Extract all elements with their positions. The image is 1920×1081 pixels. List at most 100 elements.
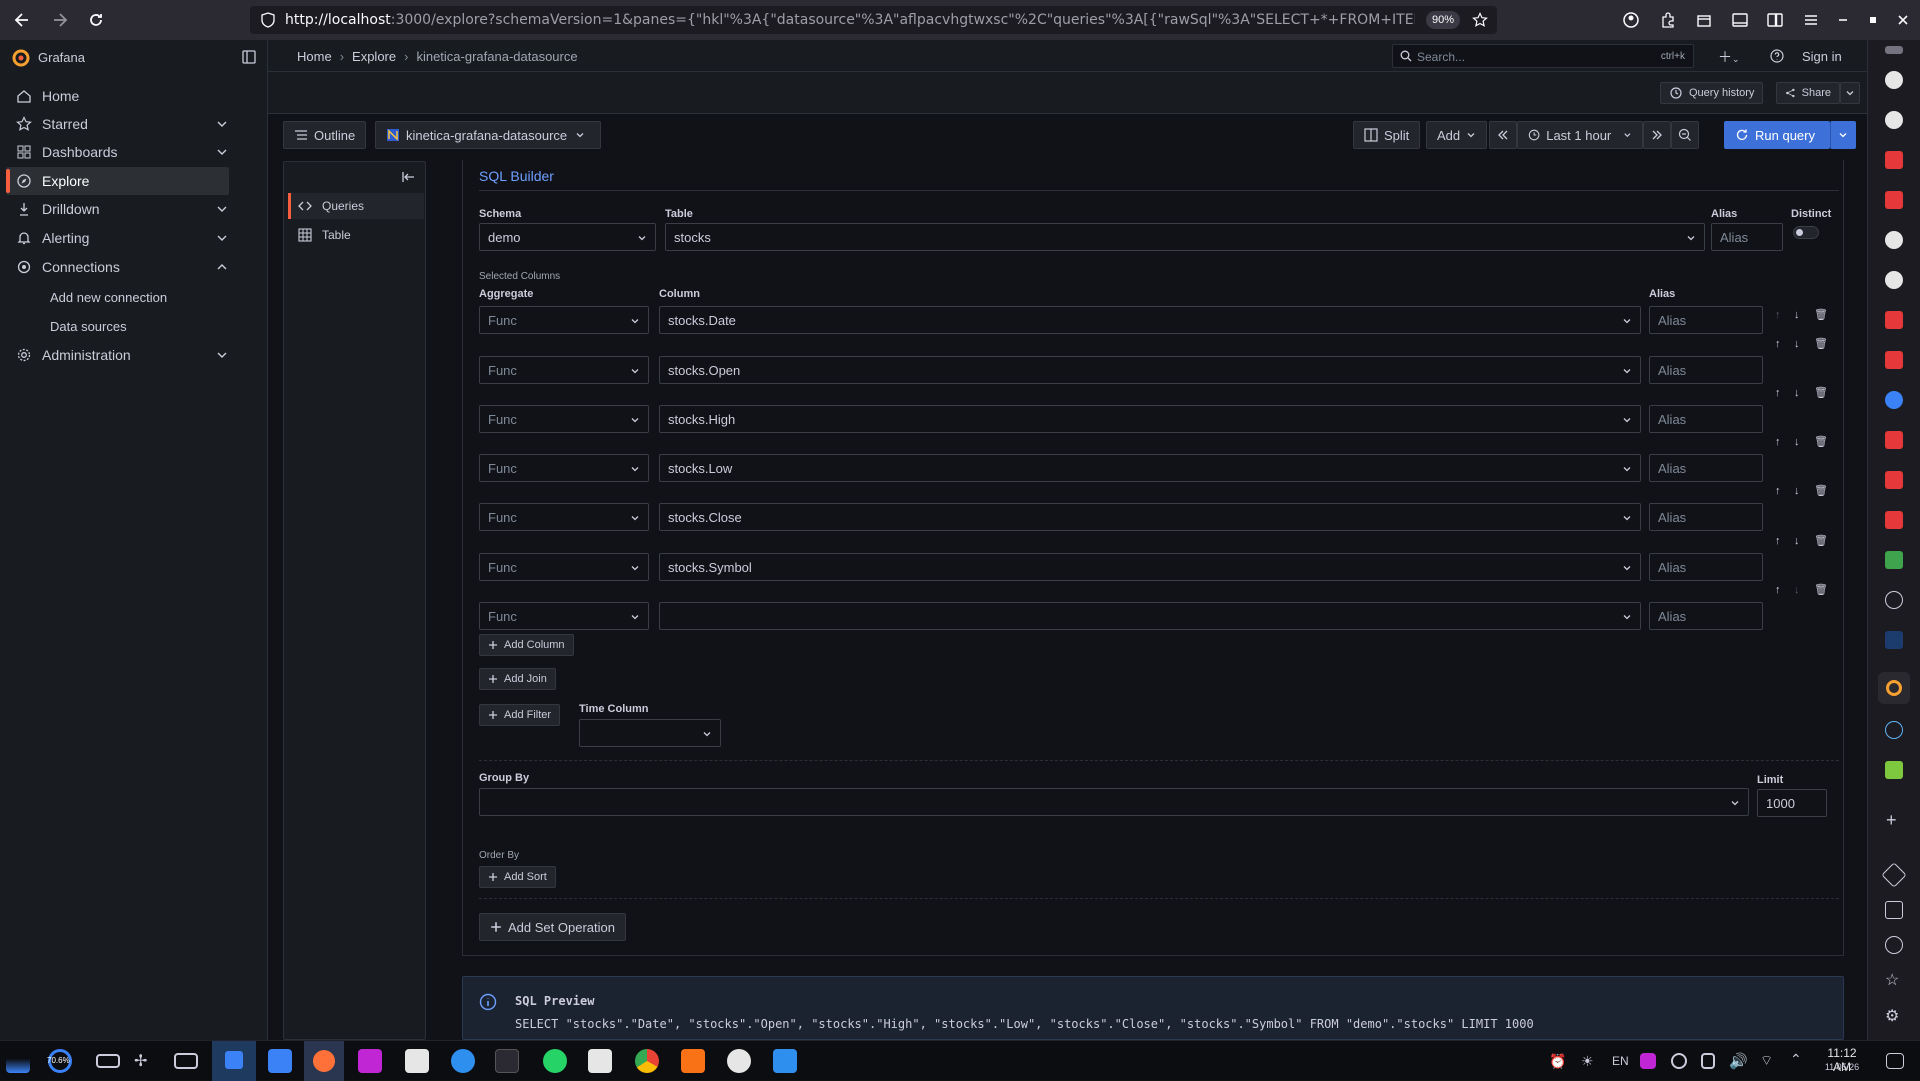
group-by-select[interactable] [479,788,1749,816]
trash-icon[interactable]: 🗑 [1814,338,1828,350]
document-icon[interactable] [1885,431,1903,449]
outline-toggle-button[interactable]: Outline [283,121,367,149]
add-set-operation-button[interactable]: Add Set Operation [479,913,626,941]
show-desktop-icon[interactable] [1886,1053,1904,1069]
dock-menu-icon[interactable] [242,50,256,64]
aggregate-select[interactable]: Func [479,553,649,581]
slack-icon[interactable] [727,1049,751,1073]
column-select[interactable]: stocks.High [659,405,1641,433]
document-icon[interactable] [1885,471,1903,489]
move-up-icon[interactable]: ↑ [1775,338,1785,350]
move-down-icon[interactable]: ↓ [1794,387,1804,399]
clipboard-icon[interactable] [1701,1053,1715,1069]
time-column-select[interactable] [579,719,721,747]
settings-icon[interactable]: ⚙ [1885,1006,1899,1026]
url-text[interactable]: http://localhost:3000/explore?schemaVers… [285,12,1415,28]
document-icon[interactable] [1885,511,1903,529]
sidebar-item-starred[interactable]: Starred [6,110,229,138]
volume-icon[interactable]: 🔊 [1729,1052,1748,1070]
kde-connect-icon[interactable]: ✢ [134,1051,147,1071]
add-panel-icon[interactable]: + [1886,810,1897,831]
terminal-task-icon[interactable] [495,1049,519,1073]
sidebar-item-dashboards[interactable]: Dashboards [6,138,229,166]
app-icon[interactable] [405,1049,429,1073]
extensions-icon[interactable] [1659,11,1677,29]
move-up-icon[interactable]: ↑ [1775,485,1785,497]
globe-icon[interactable] [1885,391,1903,409]
app-icon[interactable] [588,1049,612,1073]
add-join-button[interactable]: Add Join [479,668,556,690]
github-icon[interactable] [1885,271,1903,289]
sublime-icon[interactable] [681,1049,705,1073]
chevron-down-icon[interactable] [215,348,229,362]
url-bar[interactable]: http://localhost:3000/explore?schemaVers… [250,6,1497,34]
breadcrumb-home[interactable]: Home [297,49,332,64]
move-down-icon[interactable]: ↓ [1794,309,1804,321]
chrome-icon[interactable] [635,1049,659,1073]
chevron-down-icon[interactable] [215,231,229,245]
move-down-icon[interactable]: ↓ [1794,535,1804,547]
move-up-icon[interactable]: ↑ [1775,584,1785,596]
ai-sparkle-icon[interactable] [1881,862,1907,888]
keyboard-layout[interactable]: EN [1612,1054,1629,1068]
trash-icon[interactable]: 🗑 [1814,309,1828,321]
shield-icon[interactable] [260,12,276,28]
minimize-icon[interactable] [1836,11,1850,29]
document-icon[interactable] [1885,311,1903,329]
add-button[interactable]: Add [1426,121,1488,149]
column-alias-input[interactable]: Alias [1649,503,1763,531]
sidebar-item-administration[interactable]: Administration [6,341,229,369]
app-icon[interactable] [1885,551,1903,569]
weather-icon[interactable]: ☀ [1581,1053,1594,1070]
zoom-badge[interactable]: 90% [1426,11,1461,29]
collapse-outline-icon[interactable] [402,170,416,184]
whatsapp-icon[interactable] [543,1049,567,1073]
move-up-icon[interactable]: ↑ [1775,387,1785,399]
move-down-icon[interactable]: ↓ [1794,338,1804,350]
close-window-icon[interactable] [1896,11,1910,29]
column-select[interactable]: stocks.Symbol [659,553,1641,581]
pdf-icon[interactable] [1885,151,1903,169]
column-select[interactable] [659,602,1641,630]
move-down-icon[interactable]: ↓ [1794,436,1804,448]
grafana-logo-icon[interactable] [12,49,30,67]
trash-icon[interactable]: 🗑 [1814,584,1828,596]
forward-icon[interactable] [50,10,70,30]
reload-icon[interactable] [86,10,106,30]
document-icon[interactable] [1885,351,1903,369]
distinct-toggle[interactable] [1793,226,1819,239]
help-icon[interactable] [1770,49,1784,63]
vscode-icon[interactable] [773,1049,797,1073]
breadcrumb-explore[interactable]: Explore [352,49,396,64]
move-up-icon[interactable]: ↑ [1775,436,1785,448]
sidebar-subitem-add-new-connection[interactable]: Add new connection [50,290,167,305]
bookmark-star-icon[interactable] [1472,12,1488,28]
account-icon[interactable] [1622,11,1640,29]
share-dropdown-button[interactable] [1840,82,1860,104]
bookmarks-icon[interactable]: ☆ [1885,970,1899,990]
firefox-task[interactable] [304,1041,344,1081]
sidebar-item-connections[interactable]: Connections [6,253,229,281]
trash-icon[interactable]: 🗑 [1814,387,1828,399]
sidebar-subitem-data-sources[interactable]: Data sources [50,319,127,334]
tray-expand-icon[interactable]: ⌃ [1790,1051,1802,1068]
history-icon[interactable] [1885,936,1903,954]
chevron-down-icon[interactable] [215,145,229,159]
time-shift-back-button[interactable] [1489,121,1517,149]
schema-select[interactable]: demo [479,223,656,251]
sidebar-item-drilldown[interactable]: Drilldown [6,195,229,223]
aggregate-select[interactable]: Func [479,405,649,433]
move-up-icon[interactable]: ↑ [1775,309,1785,321]
move-down-icon[interactable]: ↓ [1794,584,1804,596]
column-alias-input[interactable]: Alias [1649,602,1763,630]
column-select[interactable]: stocks.Date [659,306,1641,334]
sidebar-item-home[interactable]: Home [6,82,229,110]
datasource-picker[interactable]: kinetica-grafana-datasource [375,121,601,149]
column-alias-input[interactable]: Alias [1649,306,1763,334]
sign-in-link[interactable]: Sign in [1802,49,1842,64]
run-query-dropdown-button[interactable] [1830,121,1856,149]
github-icon[interactable] [1885,111,1903,129]
limit-input[interactable]: 1000 [1757,789,1827,817]
column-alias-input[interactable]: Alias [1649,356,1763,384]
terminal-icon[interactable] [174,1053,198,1069]
